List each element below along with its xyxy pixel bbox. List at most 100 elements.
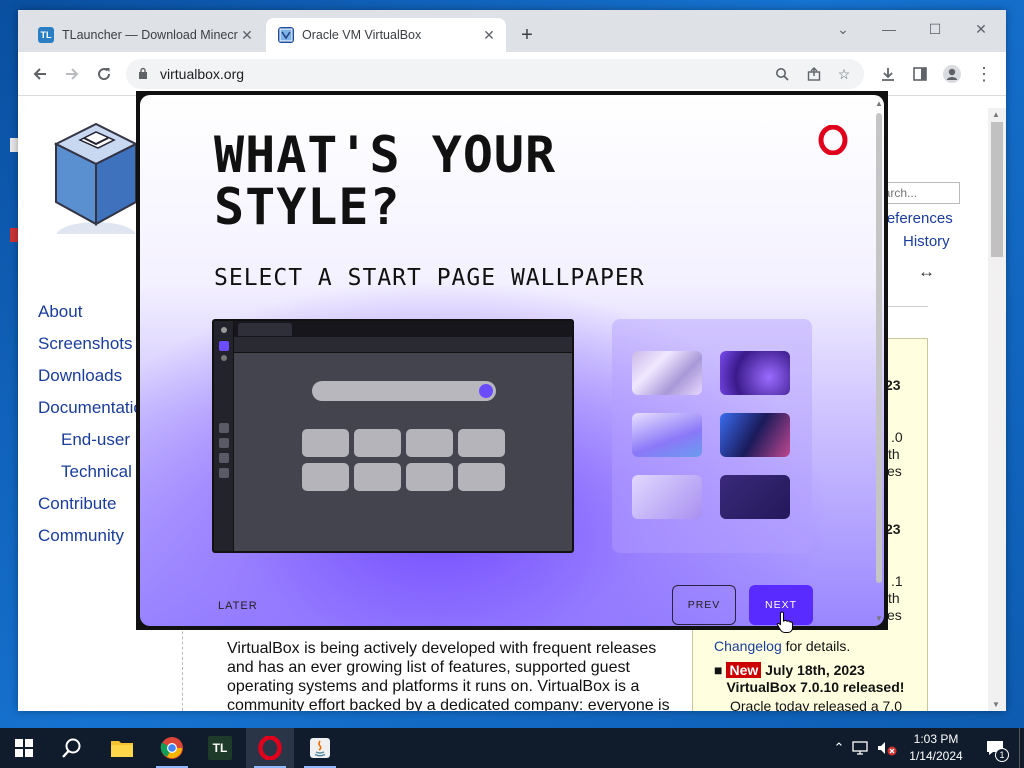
preview-speed-dial-tile (354, 429, 401, 457)
dialog-title: WHAT'S YOUR STYLE? (214, 126, 557, 236)
hand-cursor-icon (776, 611, 793, 633)
news-fragment: es (887, 607, 902, 623)
tab-close-icon[interactable]: ✕ (238, 26, 256, 44)
windows-logo-icon (15, 739, 33, 757)
tray-overflow-icon[interactable]: ⌃ (827, 740, 851, 756)
system-tray: ⌃ 1:03 PM 1/14/2024 1 (827, 728, 1024, 768)
wallpaper-option[interactable] (632, 475, 702, 519)
opera-button[interactable] (246, 728, 294, 768)
search-button[interactable] (48, 728, 96, 768)
preview-speed-dial-tile (406, 463, 453, 491)
download-icon[interactable] (876, 62, 900, 86)
tlauncher-button[interactable]: TL (196, 728, 244, 768)
chrome-button[interactable] (148, 728, 196, 768)
tab-title: TLauncher — Download Minecraft (62, 28, 238, 42)
chrome-icon (160, 737, 183, 759)
url-text: virtualbox.org (160, 66, 245, 82)
tab-virtualbox[interactable]: Oracle VM VirtualBox ✕ (266, 18, 506, 52)
share-icon[interactable] (804, 64, 824, 84)
resize-arrows-icon[interactable]: ↔ (918, 262, 935, 282)
network-icon[interactable] (851, 740, 873, 756)
tab-strip: TL TLauncher — Download Minecraft ✕ Orac… (18, 10, 1006, 52)
profile-icon[interactable] (940, 62, 964, 86)
preview-speed-dial-tile (458, 429, 505, 457)
news-fragment: .1 (891, 573, 903, 589)
news-tail-text: Oracle today released a 7.0 (730, 698, 902, 711)
nav-downloads[interactable]: Downloads (38, 366, 122, 386)
divider (182, 616, 183, 711)
news-fragment: th (888, 446, 900, 462)
nav-technical[interactable]: Technical (61, 462, 132, 482)
wallpaper-option[interactable] (632, 413, 702, 457)
show-desktop-button[interactable] (1019, 728, 1024, 768)
news-fragment: es (887, 463, 902, 479)
scrollbar-thumb[interactable] (876, 113, 882, 583)
preview-speed-dial-tile (354, 463, 401, 491)
folder-icon (111, 741, 133, 757)
start-page-preview (212, 319, 574, 553)
preview-speed-dial-tile (458, 463, 505, 491)
changelog-link[interactable]: Changelog (714, 638, 782, 654)
tab-close-icon[interactable]: ✕ (480, 26, 498, 44)
wallpaper-option[interactable] (720, 475, 790, 519)
preview-tabbar (234, 321, 572, 337)
reload-icon[interactable] (92, 62, 116, 86)
nav-community[interactable]: Community (38, 526, 124, 546)
windows-start-button[interactable] (0, 728, 48, 768)
search-icon (62, 738, 81, 758)
link-history[interactable]: History (903, 233, 950, 250)
nav-about[interactable]: About (38, 302, 82, 322)
dialog-scrollbar[interactable]: ▲ ▼ (875, 99, 883, 623)
zoom-search-icon[interactable] (772, 64, 792, 84)
nav-contribute[interactable]: Contribute (38, 494, 116, 514)
clock-time: 1:03 PM (913, 732, 959, 746)
preview-sidebar (214, 321, 234, 551)
later-button[interactable]: LATER (218, 600, 258, 612)
nav-screenshots[interactable]: Screenshots (38, 334, 133, 354)
desktop-icon-fragment[interactable] (10, 138, 18, 152)
preview-speed-dial-tile (302, 463, 349, 491)
dialog-content: WHAT'S YOUR STYLE? SELECT A START PAGE W… (140, 95, 884, 626)
back-icon[interactable] (28, 62, 52, 86)
page-scrollbar[interactable]: ▲ ▼ (988, 108, 1006, 711)
maximize-icon[interactable]: ☐ (912, 14, 958, 44)
java-button[interactable] (296, 728, 344, 768)
taskbar: TL ⌃ 1:03 PM 1/14/2024 1 (0, 728, 1024, 768)
changelog-suffix: for details. (781, 638, 851, 654)
preview-speed-dial-tile (406, 429, 453, 457)
prev-button[interactable]: PREV (672, 585, 736, 625)
address-bar[interactable]: virtualbox.org ☆ (126, 59, 864, 89)
close-window-icon[interactable]: ✕ (958, 14, 1004, 44)
preview-addressbar (234, 337, 572, 353)
java-icon (310, 738, 330, 758)
new-tab-icon[interactable]: + (516, 24, 538, 46)
virtualbox-logo[interactable] (36, 114, 146, 234)
lock-icon[interactable] (138, 67, 148, 80)
tlauncher-favicon-icon: TL (38, 27, 54, 43)
opera-logo-icon (818, 125, 848, 155)
nav-end-user[interactable]: End-user (61, 430, 130, 450)
scrollbar-thumb[interactable] (991, 122, 1003, 257)
tab-search-icon[interactable]: ⌄ (820, 14, 866, 44)
desktop-icon-fragment[interactable] (10, 228, 18, 242)
wallpaper-option[interactable] (720, 413, 790, 457)
wallpaper-option[interactable] (632, 351, 702, 395)
tab-title: Oracle VM VirtualBox (302, 28, 422, 42)
new-badge: New (726, 662, 762, 678)
minimize-icon[interactable]: — (866, 14, 912, 44)
forward-icon[interactable] (60, 62, 84, 86)
clock[interactable]: 1:03 PM 1/14/2024 (901, 731, 971, 765)
file-explorer-button[interactable] (98, 728, 146, 768)
dialog-subtitle: SELECT A START PAGE WALLPAPER (214, 265, 645, 291)
notifications-button[interactable]: 1 (971, 728, 1019, 768)
news-fragment: th (888, 590, 900, 606)
side-panel-icon[interactable] (908, 62, 932, 86)
wallpaper-option[interactable] (720, 351, 790, 395)
volume-muted-icon[interactable] (875, 740, 901, 756)
preview-content (234, 353, 572, 551)
bookmark-star-icon[interactable]: ☆ (834, 64, 854, 84)
tab-tlauncher[interactable]: TL TLauncher — Download Minecraft ✕ (26, 18, 264, 52)
opera-icon (258, 736, 282, 760)
browser-menu-icon[interactable]: ⋮ (972, 62, 996, 86)
preview-speed-dial-tile (302, 429, 349, 457)
